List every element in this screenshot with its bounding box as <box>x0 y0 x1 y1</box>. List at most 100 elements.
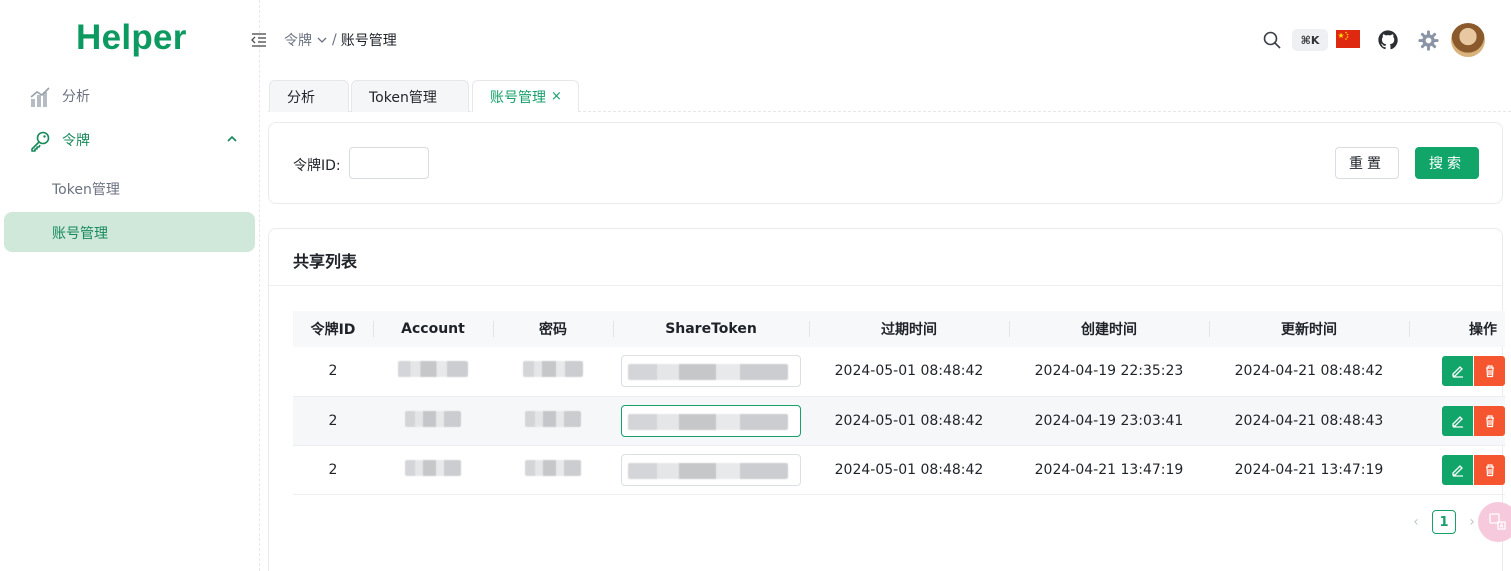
edit-icon <box>1451 464 1463 477</box>
chevron-down-icon[interactable] <box>316 34 328 46</box>
cell-created: 2024-04-21 13:47:19 <box>1009 445 1209 495</box>
trash-icon <box>1485 414 1494 427</box>
tab-token-manage[interactable]: Token管理 <box>351 80 469 112</box>
cell-sharetoken <box>613 347 809 397</box>
sidebar-item-label: 账号管理 <box>52 226 108 242</box>
cell-account-redacted <box>373 347 493 397</box>
translate-float-button[interactable] <box>1478 502 1511 542</box>
settings-gear-icon[interactable] <box>1417 29 1440 52</box>
col-header-expire: 过期时间 <box>809 311 1009 347</box>
delete-button[interactable] <box>1474 454 1505 485</box>
col-header-updated: 更新时间 <box>1209 311 1409 347</box>
cell-password-redacted <box>493 347 613 397</box>
user-avatar[interactable] <box>1451 23 1485 57</box>
cell-token-id: 2 <box>293 445 373 495</box>
sharetoken-field[interactable] <box>621 355 801 388</box>
cell-account-redacted <box>373 396 493 446</box>
table-row: 2 2024-05-01 08:48:42 2024-04-21 13:47:1… <box>293 445 1505 495</box>
share-list-card: 共享列表 令牌ID Account 密码 ShareToken 过期时间 创建时… <box>268 228 1505 571</box>
close-tab-icon[interactable]: × <box>551 89 562 104</box>
cell-actions <box>1409 445 1505 495</box>
sidebar-item-token[interactable]: 令牌 <box>4 120 255 160</box>
github-icon[interactable] <box>1377 29 1399 51</box>
app-logo[interactable]: Helper <box>76 18 187 58</box>
reset-button[interactable]: 重置 <box>1335 147 1399 179</box>
china-flag-icon[interactable] <box>1336 30 1360 48</box>
cell-password-redacted <box>493 445 613 495</box>
table-row: 2 2024-05-01 08:48:42 2024-04-19 22:35:2… <box>293 347 1505 397</box>
sharetoken-field[interactable] <box>621 453 801 486</box>
cell-expire: 2024-05-01 08:48:42 <box>809 445 1009 495</box>
sidebar-item-token-manage[interactable]: Token管理 <box>4 168 255 208</box>
table-header-row: 令牌ID Account 密码 ShareToken 过期时间 创建时间 更新时… <box>293 311 1505 347</box>
cell-created: 2024-04-19 22:35:23 <box>1009 347 1209 397</box>
collapse-sidebar-icon[interactable] <box>250 32 268 48</box>
delete-button[interactable] <box>1474 405 1505 436</box>
list-title: 共享列表 <box>293 252 358 271</box>
search-form-card: 令牌ID: 重置 搜索 <box>268 122 1503 204</box>
translate-icon <box>1489 513 1506 530</box>
col-header-token-id: 令牌ID <box>293 311 373 347</box>
col-header-account: Account <box>373 311 493 347</box>
edit-icon <box>1451 366 1463 378</box>
search-icon[interactable] <box>1262 30 1282 50</box>
next-page-button[interactable]: › <box>1466 514 1478 530</box>
cell-token-id: 2 <box>293 396 373 446</box>
share-table: 令牌ID Account 密码 ShareToken 过期时间 创建时间 更新时… <box>293 311 1505 495</box>
sidebar: Helper 分析 令牌 Token管理 账号管理 <box>0 0 260 571</box>
tab-analysis[interactable]: 分析 <box>269 80 349 112</box>
breadcrumb-current: 账号管理 <box>340 33 397 49</box>
cell-updated: 2024-04-21 13:47:19 <box>1209 445 1409 495</box>
cell-created: 2024-04-19 23:03:41 <box>1009 396 1209 446</box>
cell-expire: 2024-05-01 08:48:42 <box>809 347 1009 397</box>
col-header-sharetoken: ShareToken <box>613 311 809 347</box>
edit-button[interactable] <box>1442 405 1473 436</box>
cell-account-redacted <box>373 445 493 495</box>
sidebar-item-label: 分析 <box>62 89 90 105</box>
token-id-input[interactable] <box>349 147 429 179</box>
chart-icon <box>30 87 50 107</box>
col-header-created: 创建时间 <box>1009 311 1209 347</box>
divider <box>269 285 1502 286</box>
cell-updated: 2024-04-21 08:48:42 <box>1209 347 1409 397</box>
cell-sharetoken <box>613 445 809 495</box>
prev-page-button[interactable]: ‹ <box>1410 514 1422 530</box>
sidebar-item-label: Token管理 <box>52 182 120 198</box>
tab-account-manage[interactable]: 账号管理 × <box>472 80 579 112</box>
trash-icon <box>1485 463 1494 476</box>
breadcrumb-separator: / <box>332 32 337 48</box>
breadcrumb-parent[interactable]: 令牌 <box>284 30 312 50</box>
trash-icon <box>1485 365 1494 378</box>
cell-token-id: 2 <box>293 347 373 397</box>
cell-actions <box>1409 347 1505 397</box>
sidebar-item-analysis[interactable]: 分析 <box>4 76 255 116</box>
cell-updated: 2024-04-21 08:48:43 <box>1209 396 1409 446</box>
key-icon <box>31 131 50 152</box>
search-button[interactable]: 搜索 <box>1415 147 1479 179</box>
tab-bar: 分析 Token管理 账号管理 × <box>268 80 1511 112</box>
cell-sharetoken <box>613 396 809 446</box>
edit-button[interactable] <box>1442 356 1473 387</box>
shortcut-badge[interactable]: ⌘K <box>1292 29 1328 51</box>
chevron-up-icon <box>227 135 237 142</box>
cell-actions <box>1409 396 1505 446</box>
sharetoken-field[interactable] <box>621 404 801 437</box>
tab-label: 分析 <box>287 89 315 106</box>
app-root: Helper 分析 令牌 Token管理 账号管理 令牌 / 账号管理 ⌘K 分… <box>0 0 1511 571</box>
breadcrumb: 令牌 / 账号管理 <box>284 30 397 50</box>
edit-button[interactable] <box>1442 454 1473 485</box>
edit-icon <box>1451 415 1463 428</box>
cell-password-redacted <box>493 396 613 446</box>
token-id-label: 令牌ID: <box>293 158 341 174</box>
col-header-actions: 操作 <box>1409 311 1505 347</box>
sidebar-item-account-manage[interactable]: 账号管理 <box>4 212 255 252</box>
tab-label: Token管理 <box>369 89 437 106</box>
table-row: 2 2024-05-01 08:48:42 2024-04-19 23:03:4… <box>293 396 1505 446</box>
pagination: ‹ 1 › <box>1410 510 1478 534</box>
cell-expire: 2024-05-01 08:48:42 <box>809 396 1009 446</box>
sidebar-item-label: 令牌 <box>62 133 90 149</box>
tab-label: 账号管理 <box>490 89 546 106</box>
delete-button[interactable] <box>1474 356 1505 387</box>
col-header-password: 密码 <box>493 311 613 347</box>
page-number-button[interactable]: 1 <box>1432 510 1456 534</box>
